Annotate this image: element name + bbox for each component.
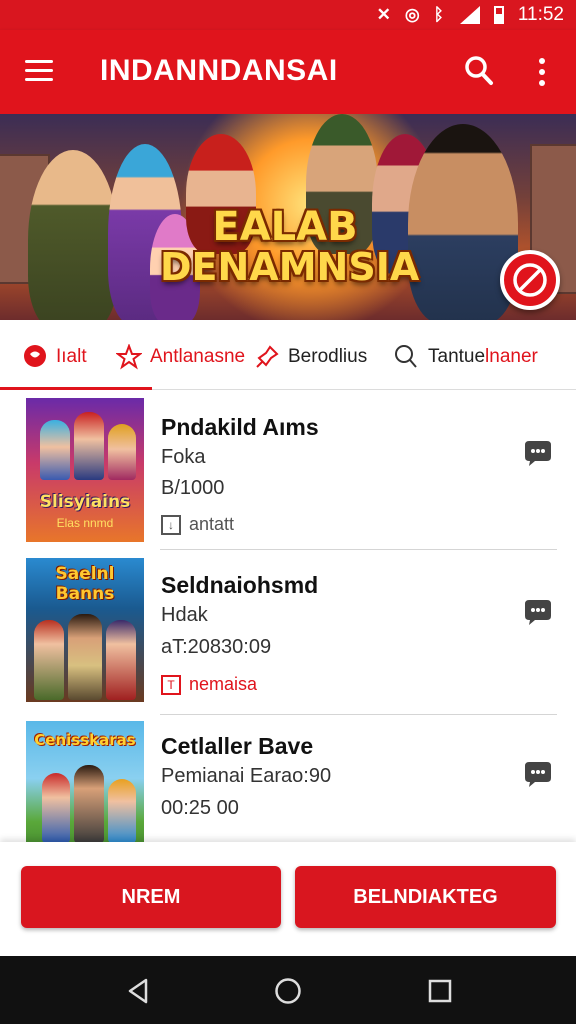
tag-icon: ↓: [161, 514, 181, 535]
chat-bubble-icon: [24, 345, 46, 367]
signal-icon: [458, 6, 480, 24]
chat-action-icon[interactable]: [523, 439, 553, 467]
status-bar: ✕ ◎ ᛒ 11:52: [0, 0, 576, 30]
banner-title: EALAB DENAMNSIA: [160, 204, 420, 289]
thumb-character: [74, 765, 104, 842]
banner-title-line1: EALAB: [212, 204, 358, 250]
no-sound-icon: ✕: [376, 5, 391, 24]
thumb-character: [108, 424, 136, 480]
app-bar: INDANNDANSAI: [0, 30, 576, 114]
tag-icon: T: [161, 674, 181, 695]
item-price: aT:20830:09: [161, 636, 272, 658]
thumb-character: [40, 420, 70, 480]
item-title: Cetlaller Bave: [161, 733, 314, 759]
thumb-title: Slisyiains: [39, 492, 131, 512]
thumb-character: [34, 620, 64, 700]
list-item[interactable]: Slisyiains Elas nnmd Pndakild Aıms Foka …: [0, 390, 576, 550]
back-icon[interactable]: [126, 978, 150, 1004]
bottom-action-panel: NREM BELNDIAKTEG: [0, 842, 576, 956]
primary-left-button[interactable]: NREM: [21, 866, 281, 928]
star-outline-icon: [116, 344, 142, 370]
item-price: 00:25 00: [161, 797, 239, 819]
tab-nearby[interactable]: Berodlius: [254, 342, 367, 372]
more-vertical-icon[interactable]: [534, 58, 550, 86]
primary-right-button[interactable]: BELNDIAKTEG: [295, 866, 556, 928]
search-icon: [395, 345, 417, 368]
tab-label: Berodlius: [288, 346, 368, 367]
character-soldier: [28, 150, 118, 320]
thumb-title: Cenisskaras: [34, 731, 136, 749]
tab-label: Tantuelnaner: [428, 346, 538, 367]
game-thumbnail: Cenisskaras: [26, 721, 144, 842]
fab-button[interactable]: [500, 250, 560, 310]
status-icons: ✕ ◎ ᛒ 11:52: [377, 4, 564, 26]
menu-icon[interactable]: [25, 60, 53, 82]
item-subtitle: Foka: [161, 446, 206, 468]
tab-bar: Iıalt Antlanasne Berodlius Tantuelnaner: [0, 320, 576, 390]
chat-action-icon[interactable]: [523, 598, 553, 626]
list-item[interactable]: Cenisskaras Cetlaller Bave Pemianai Eara…: [0, 715, 576, 842]
status-time: 11:52: [517, 4, 564, 25]
game-thumbnail: Saelnl Banns: [26, 558, 144, 702]
tab-chat[interactable]: Iıalt: [22, 342, 87, 372]
recents-icon[interactable]: [428, 979, 452, 1003]
item-title: Pndakild Aıms: [161, 414, 319, 440]
game-thumbnail: Slisyiains Elas nnmd: [26, 398, 144, 542]
thumb-character: [106, 620, 136, 700]
alarm-icon: ◎: [404, 5, 420, 24]
item-subtitle: Hdak: [161, 604, 208, 626]
thumb-character: [42, 773, 70, 842]
item-subtitle: Pemianai Earao:90: [161, 765, 332, 787]
thumb-subtitle: Elas nnmd: [56, 516, 114, 530]
tab-label: Antlanasne: [150, 346, 246, 367]
item-tag: T nemaisa: [161, 674, 257, 695]
item-price: B/1000: [161, 477, 225, 499]
tab-featured[interactable]: Antlanasne: [116, 342, 245, 372]
thumb-character: [108, 779, 136, 842]
pin-icon: [256, 345, 279, 368]
item-tag: ↓ antatt: [161, 514, 234, 535]
chat-action-icon[interactable]: [523, 760, 553, 788]
banner-title-line2: DENAMNSIA: [160, 245, 420, 289]
home-icon[interactable]: [274, 977, 302, 1005]
item-title: Seldnaiohsmd: [161, 572, 319, 598]
tab-search[interactable]: Tantuelnaner: [394, 342, 538, 372]
thumb-character: [68, 614, 102, 700]
battery-icon: [493, 6, 504, 24]
thumb-character: [74, 412, 104, 480]
promo-banner[interactable]: EALAB DENAMNSIA: [0, 114, 576, 320]
tab-label: Iıalt: [56, 346, 87, 367]
thumb-title: Saelnl Banns: [55, 564, 115, 604]
compass-icon: [513, 263, 547, 297]
search-icon[interactable]: [464, 54, 494, 88]
system-nav-bar: [0, 956, 576, 1024]
list-item[interactable]: Saelnl Banns Seldnaiohsmd Hdak aT:20830:…: [0, 550, 576, 715]
bluetooth-icon: ᛒ: [433, 5, 444, 24]
app-title: INDANNDANSAI: [100, 54, 338, 87]
